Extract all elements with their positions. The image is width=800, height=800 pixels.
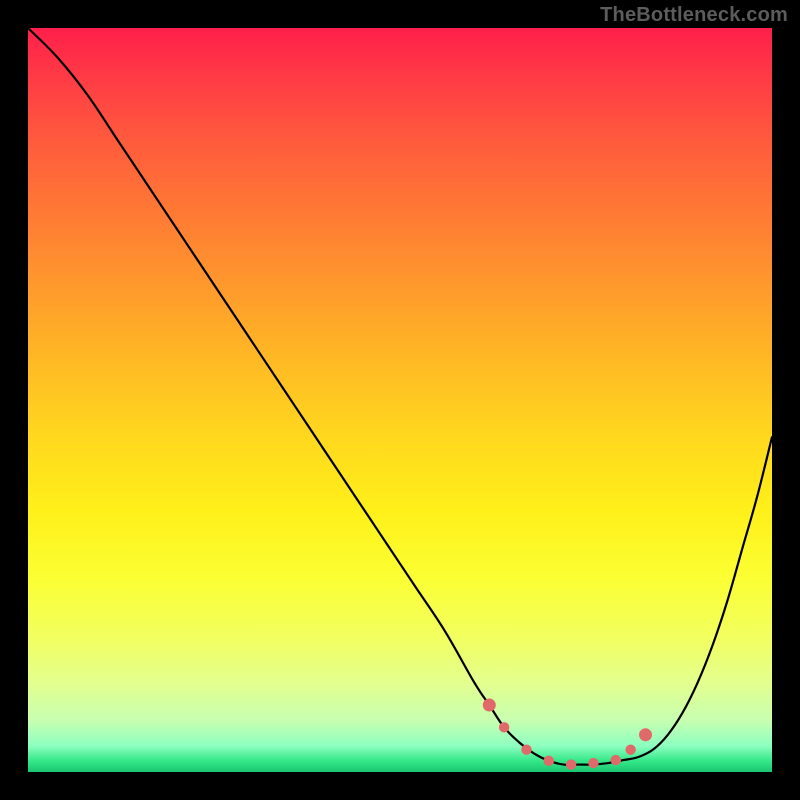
- optimal-marker: [625, 744, 635, 754]
- optimal-marker: [521, 744, 531, 754]
- optimal-marker: [588, 758, 598, 768]
- optimal-marker: [499, 722, 509, 732]
- optimal-marker: [566, 759, 576, 769]
- chart-frame: TheBottleneck.com: [0, 0, 800, 800]
- bottleneck-curve-line: [28, 28, 772, 765]
- watermark-label: TheBottleneck.com: [600, 4, 788, 27]
- optimal-marker: [544, 756, 554, 766]
- optimal-marker: [611, 755, 621, 765]
- plot-area: [28, 28, 772, 772]
- optimal-marker: [483, 699, 496, 712]
- optimal-marker: [639, 728, 652, 741]
- chart-svg: [28, 28, 772, 772]
